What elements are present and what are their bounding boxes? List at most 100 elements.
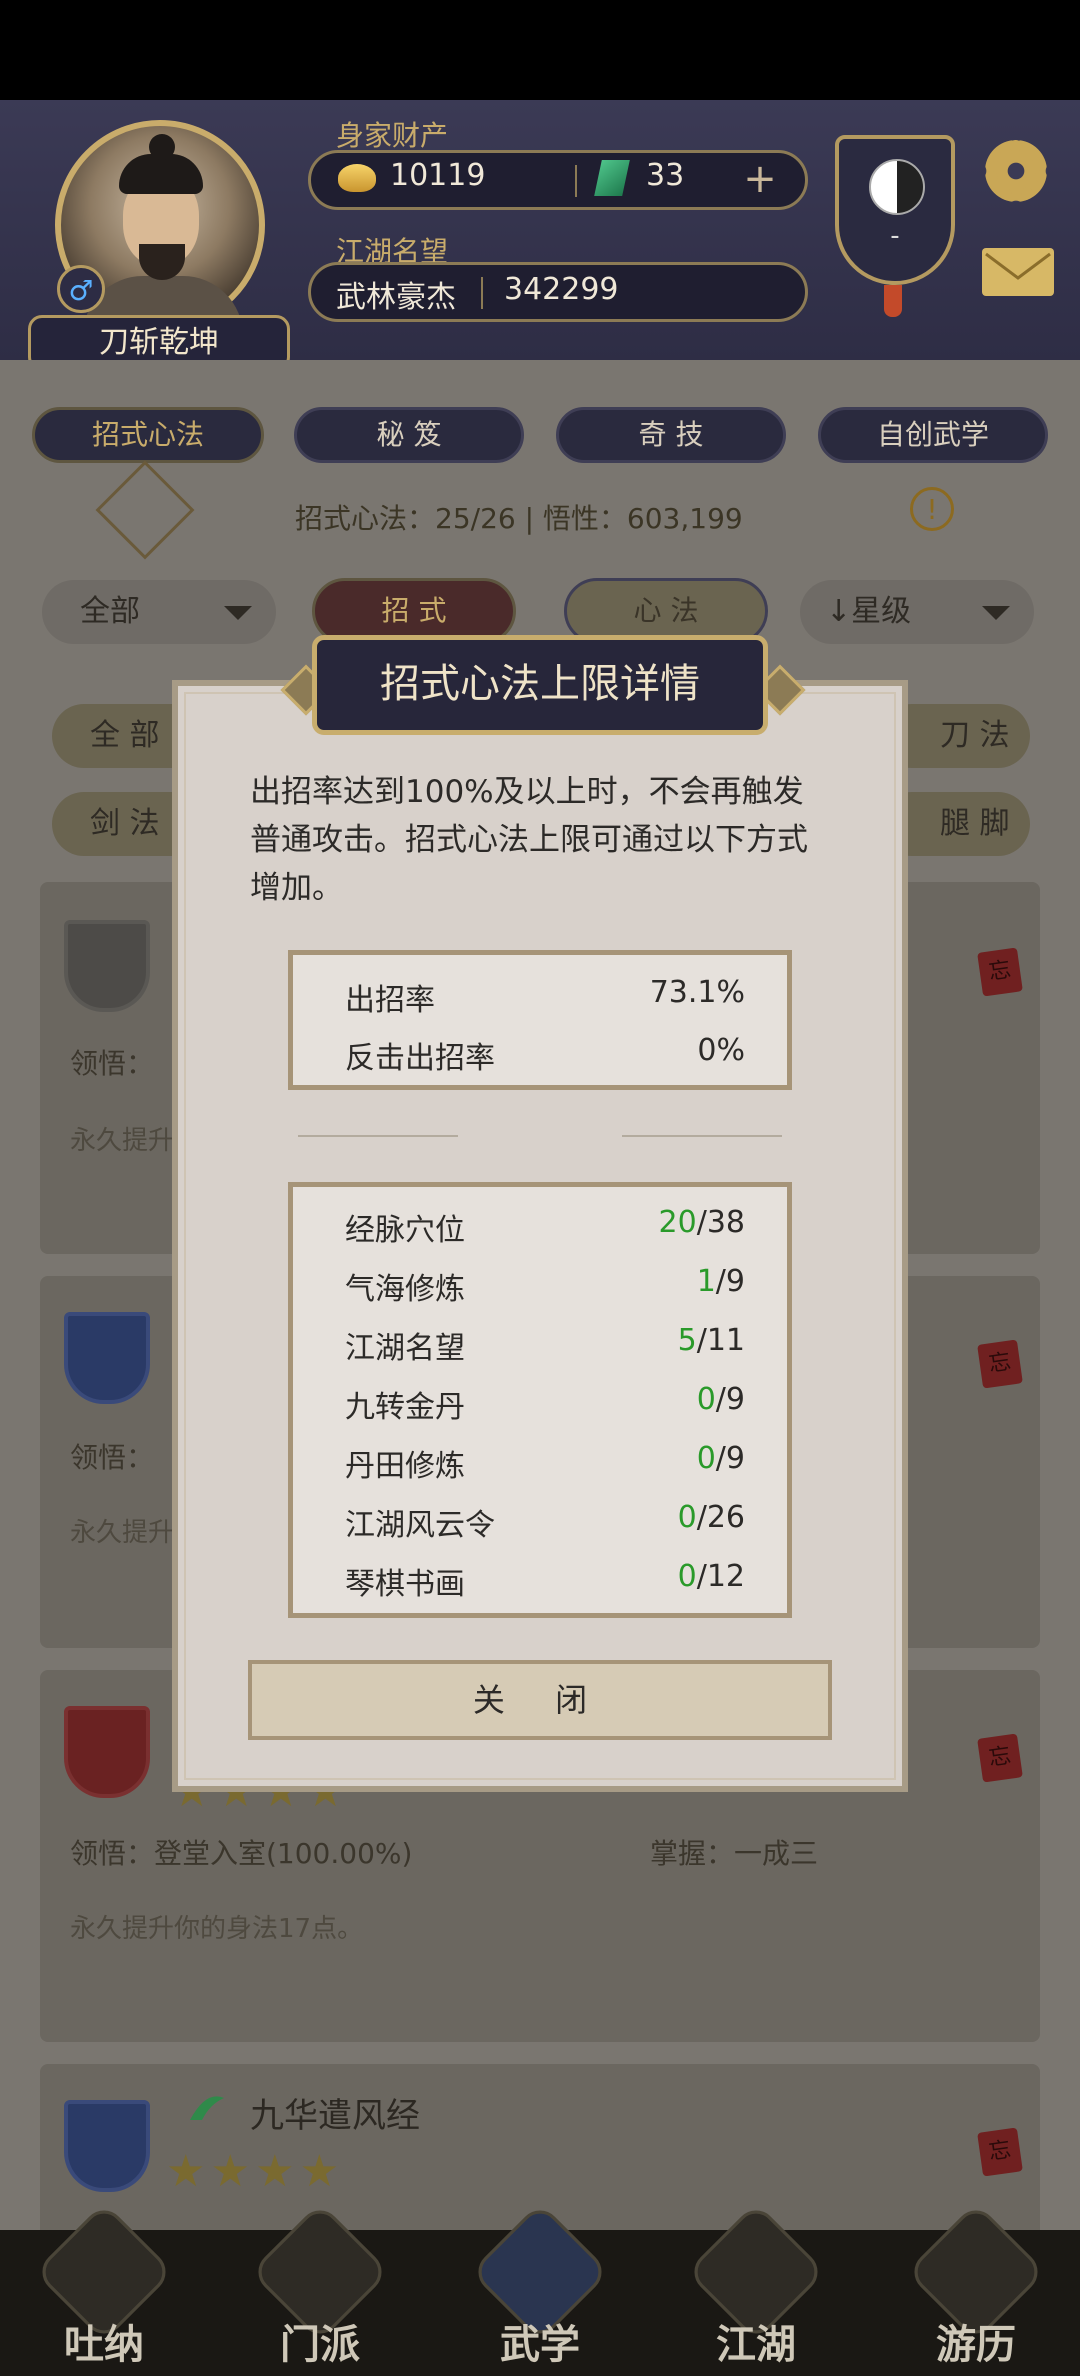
tab-special-skills[interactable]: 奇 技 (556, 407, 786, 463)
source-label: 丹田修炼 (345, 1449, 465, 1484)
tab-custom-arts[interactable]: 自创武学 (818, 407, 1048, 463)
source-row: 九转金丹 0/9 (345, 1382, 745, 1440)
source-max: /38 (696, 1205, 745, 1240)
taiji-badge[interactable]: - (835, 135, 955, 285)
forget-seal-icon[interactable]: 忘 (977, 1339, 1023, 1389)
sort-arrow-icon: ↓ (826, 594, 852, 629)
red-rank-banner-icon (64, 1706, 150, 1798)
card-comprehend: 领悟：登堂入室(100.00%) (70, 1837, 413, 1870)
wealth-bar (308, 150, 808, 210)
source-row: 琴棋书画 0/12 (345, 1559, 745, 1617)
filter-all-label: 全部 (80, 594, 140, 629)
gear-icon[interactable] (985, 140, 1047, 202)
source-current: 20 (658, 1205, 697, 1240)
source-row: 气海修炼 1/9 (345, 1264, 745, 1322)
star-icon: ★ (255, 2146, 295, 2197)
source-current: 0 (677, 1559, 697, 1594)
divider (298, 1135, 458, 1137)
card-comprehend: 领悟： (70, 1047, 155, 1080)
sort-label: 星级 (851, 594, 912, 629)
nav-travel[interactable]: 游历 (905, 2201, 1047, 2376)
blue-rank-banner-icon (64, 2100, 150, 2192)
rate-value: 0% (697, 1033, 745, 1068)
divider (622, 1135, 782, 1137)
star-icon: ★ (299, 2146, 340, 2197)
forget-seal-icon[interactable]: 忘 (977, 1733, 1023, 1783)
filter-all-dropdown[interactable]: 全部 (42, 580, 276, 644)
rate-row-counter: 反击出招率 0% (345, 1033, 745, 1091)
rate-row-attack: 出招率 73.1% (345, 975, 745, 1033)
nav-label: 吐纳 (64, 2322, 144, 2368)
card-description: 永久提升 (70, 1126, 175, 1156)
source-max: /12 (696, 1559, 745, 1594)
sort-star-dropdown[interactable]: ↓星级 (800, 580, 1034, 644)
source-label: 经脉穴位 (345, 1213, 465, 1248)
info-icon[interactable]: ! (910, 487, 954, 531)
nav-breathing[interactable]: 吐纳 (33, 2201, 175, 2376)
blue-rank-banner-icon (64, 1312, 150, 1404)
dialog-title: 招式心法上限详情 (312, 635, 768, 735)
rate-value: 73.1% (649, 975, 745, 1010)
reputation-value: 342299 (504, 272, 619, 307)
source-current: 5 (677, 1323, 697, 1358)
nav-label: 江湖 (716, 2322, 796, 2368)
source-current: 0 (677, 1500, 697, 1535)
rate-label: 反击出招率 (345, 1041, 495, 1076)
star-icon: ★ (166, 2146, 206, 2197)
forget-seal-icon[interactable]: 忘 (977, 947, 1023, 997)
leaf-icon (186, 2090, 226, 2124)
source-label: 琴棋书画 (345, 1567, 465, 1602)
grey-rank-banner-icon (64, 920, 150, 1012)
card-comprehend: 领悟： (70, 1441, 155, 1474)
source-label: 九转金丹 (345, 1390, 465, 1425)
mail-icon[interactable] (982, 248, 1054, 296)
card-description: 永久提升 (70, 1518, 175, 1548)
nav-label: 武学 (500, 2322, 580, 2368)
source-label: 气海修炼 (345, 1272, 465, 1307)
status-bar (0, 0, 1080, 100)
source-row: 经脉穴位 20/38 (345, 1205, 745, 1263)
close-button[interactable]: 关 闭 (248, 1660, 832, 1740)
wealth-label: 身家财产 (336, 119, 449, 152)
source-label: 江湖风云令 (345, 1508, 495, 1543)
tab-secret-manuals[interactable]: 秘 笈 (294, 407, 524, 463)
rates-box: 出招率 73.1% 反击出招率 0% (288, 950, 792, 1090)
source-row: 江湖风云令 0/26 (345, 1500, 745, 1558)
tassel-icon (884, 285, 902, 317)
nav-sect[interactable]: 门派 (249, 2201, 391, 2376)
nav-label: 门派 (280, 2322, 360, 2368)
star-rating: ★ ★ ★ ★ (166, 2146, 339, 2197)
source-label: 江湖名望 (345, 1331, 465, 1366)
rate-label: 出招率 (345, 983, 435, 1018)
forget-seal-icon[interactable]: 忘 (977, 2127, 1023, 2177)
card-mastery: 掌握：一成三 (650, 1837, 819, 1870)
reputation-title: 武林豪杰 (336, 280, 456, 315)
moves-stats: 招式心法：25/26 | 悟性：603,199 (295, 502, 743, 535)
gold-amount: 10119 (390, 158, 486, 193)
jade-amount: 33 (646, 158, 685, 193)
nav-label: 游历 (936, 2322, 1016, 2368)
sources-box: 经脉穴位 20/38 气海修炼 1/9 江湖名望 5/11 九转金丹 0/9 丹田修炼 0… (288, 1182, 792, 1618)
nav-jianghu[interactable]: 江湖 (685, 2201, 827, 2376)
source-max: /9 (715, 1264, 745, 1299)
tab-moves-methods[interactable]: 招式心法 (32, 407, 264, 463)
dialog-description: 出招率达到100%及以上时，不会再触发普通攻击。招式心法上限可通过以下方式增加。 (250, 774, 808, 906)
star-icon: ★ (210, 2146, 250, 2197)
card-skill-name: 九华遣风经 (250, 2096, 420, 2136)
nav-martial-arts[interactable]: 武学 (469, 2201, 611, 2376)
source-row: 江湖名望 5/11 (345, 1323, 745, 1381)
male-icon: ♂ (57, 265, 105, 313)
add-currency-button[interactable]: + (735, 155, 785, 205)
badge-value: - (890, 221, 900, 251)
source-current: 0 (696, 1382, 716, 1417)
source-current: 0 (696, 1441, 716, 1476)
source-max: /9 (715, 1382, 745, 1417)
source-max: /26 (696, 1500, 745, 1535)
source-current: 1 (696, 1264, 716, 1299)
chevron-down-icon (982, 606, 1010, 620)
chevron-down-icon (224, 606, 252, 620)
source-row: 丹田修炼 0/9 (345, 1441, 745, 1499)
yin-yang-icon (869, 159, 925, 215)
gold-ingot-icon (338, 164, 376, 192)
source-max: /11 (696, 1323, 745, 1358)
